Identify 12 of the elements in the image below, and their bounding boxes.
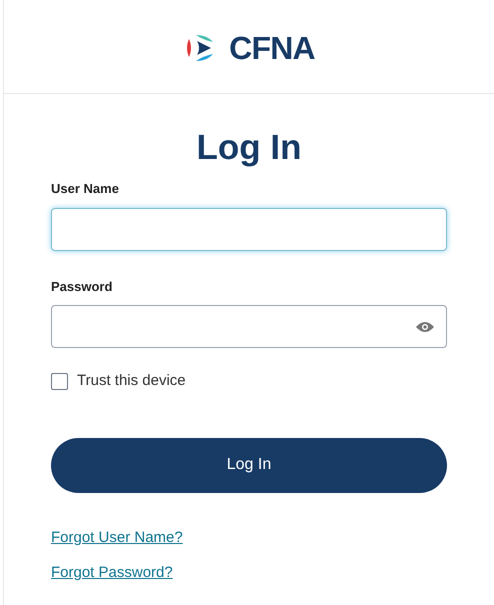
- link[interactable]: Forgot Password?: [51, 562, 173, 584]
- checkbox[interactable]: [51, 372, 68, 390]
- checkbox-label: Trust this device: [77, 371, 186, 391]
- password-field[interactable]: [51, 305, 447, 348]
- input-field[interactable]: [51, 208, 447, 250]
- login-button[interactable]: Log In: [51, 438, 447, 492]
- logo-text: CFNA: [229, 32, 315, 64]
- field-label: Password: [51, 278, 114, 296]
- link[interactable]: Forgot User Name?: [51, 526, 183, 549]
- field-label: User Name: [51, 180, 120, 198]
- page-title: Log In: [196, 127, 302, 169]
- eye-icon[interactable]: [416, 320, 434, 332]
